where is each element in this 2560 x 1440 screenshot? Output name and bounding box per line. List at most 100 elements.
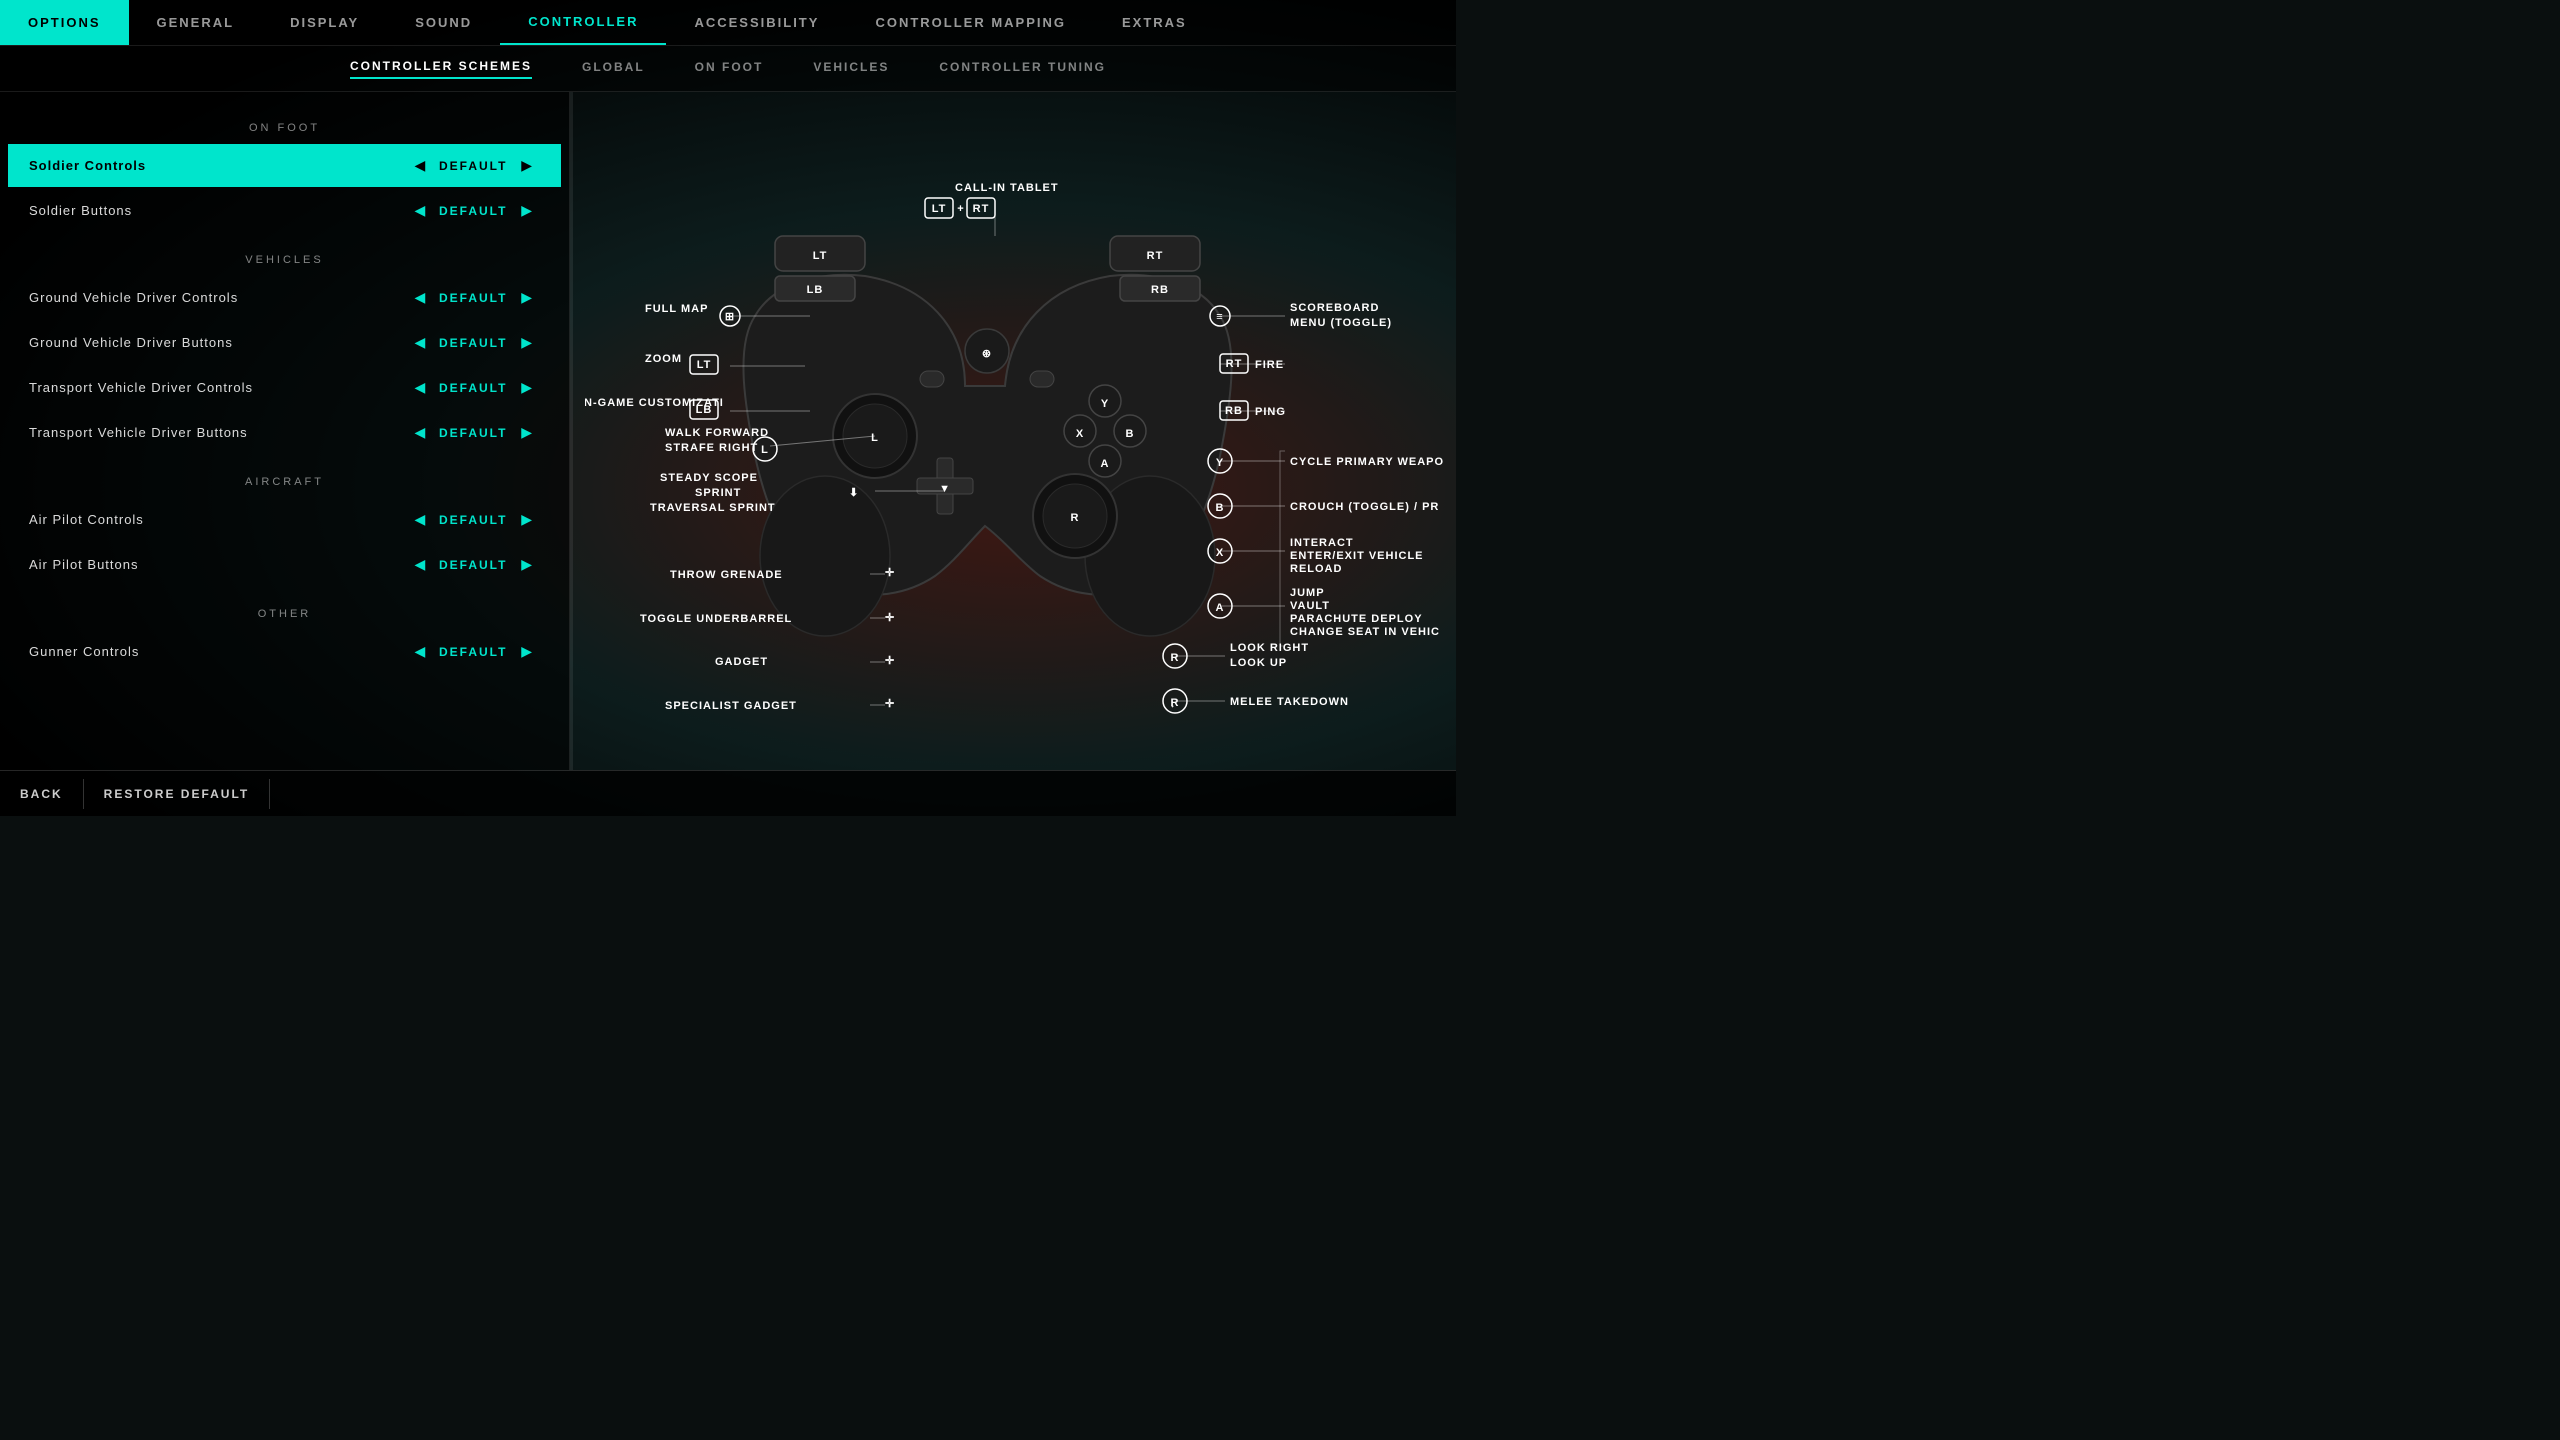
svg-text:A: A — [1215, 602, 1224, 614]
row-soldier-buttons[interactable]: Soldier Buttons ◀ DEFAULT ▶ — [8, 189, 561, 232]
tvd-controls-next[interactable]: ▶ — [513, 379, 540, 396]
sub-nav-on-foot[interactable]: ON FOOT — [695, 60, 764, 78]
air-pilot-controls-prev[interactable]: ◀ — [406, 511, 433, 528]
svg-text:✛: ✛ — [885, 612, 895, 624]
nav-controller[interactable]: CONTROLLER — [500, 0, 666, 45]
svg-text:B: B — [1215, 502, 1224, 514]
air-pilot-buttons-value: DEFAULT — [433, 558, 513, 572]
sub-nav-tuning[interactable]: CONTROLLER TUNING — [939, 60, 1106, 78]
restore-default-button[interactable]: RESTORE DEFAULT — [84, 779, 271, 809]
svg-text:⊞: ⊞ — [724, 311, 734, 323]
svg-text:RB: RB — [1225, 405, 1243, 417]
svg-text:TRAVERSAL SPRINT: TRAVERSAL SPRINT — [650, 502, 776, 514]
tvd-buttons-next[interactable]: ▶ — [513, 424, 540, 441]
gvd-buttons-label: Ground Vehicle Driver Buttons — [29, 335, 406, 350]
svg-text:ZOOM: ZOOM — [645, 353, 682, 365]
svg-text:WALK FORWARD: WALK FORWARD — [665, 427, 769, 439]
soldier-buttons-next[interactable]: ▶ — [513, 202, 540, 219]
sub-nav-global[interactable]: GLOBAL — [582, 60, 645, 78]
row-air-pilot-buttons[interactable]: Air Pilot Buttons ◀ DEFAULT ▶ — [8, 543, 561, 586]
section-aircraft-header: AIRCRAFT — [0, 466, 569, 496]
gvd-controls-value: DEFAULT — [433, 291, 513, 305]
section-on-foot-header: ON FOOT — [0, 112, 569, 142]
svg-text:SPECIALIST GADGET: SPECIALIST GADGET — [665, 700, 797, 712]
svg-text:LT: LT — [812, 250, 827, 262]
row-air-pilot-controls[interactable]: Air Pilot Controls ◀ DEFAULT ▶ — [8, 498, 561, 541]
nav-general[interactable]: GENERAL — [129, 0, 263, 45]
tvd-buttons-prev[interactable]: ◀ — [406, 424, 433, 441]
svg-text:R: R — [1170, 652, 1179, 664]
gvd-buttons-next[interactable]: ▶ — [513, 334, 540, 351]
air-pilot-controls-next[interactable]: ▶ — [513, 511, 540, 528]
top-nav: OPTIONS GENERAL DISPLAY SOUND CONTROLLER… — [0, 0, 1456, 46]
gvd-controls-prev[interactable]: ◀ — [406, 289, 433, 306]
svg-text:RT: RT — [1225, 358, 1242, 370]
row-tvd-controls[interactable]: Transport Vehicle Driver Controls ◀ DEFA… — [8, 366, 561, 409]
svg-text:MENU (TOGGLE): MENU (TOGGLE) — [1290, 317, 1392, 329]
tvd-controls-prev[interactable]: ◀ — [406, 379, 433, 396]
gvd-controls-label: Ground Vehicle Driver Controls — [29, 290, 406, 305]
panel-divider — [570, 92, 573, 770]
svg-text:A: A — [1100, 458, 1109, 470]
row-gunner-controls[interactable]: Gunner Controls ◀ DEFAULT ▶ — [8, 630, 561, 673]
soldier-controls-label: Soldier Controls — [29, 158, 406, 173]
gvd-controls-next[interactable]: ▶ — [513, 289, 540, 306]
gunner-controls-value: DEFAULT — [433, 645, 513, 659]
tvd-controls-label: Transport Vehicle Driver Controls — [29, 380, 406, 395]
svg-text:+: + — [957, 203, 964, 215]
svg-text:JUMP: JUMP — [1290, 587, 1325, 599]
svg-text:↓: ↓ — [1169, 698, 1176, 710]
gunner-controls-next[interactable]: ▶ — [513, 643, 540, 660]
svg-text:RT: RT — [972, 203, 989, 215]
svg-text:INTERACT: INTERACT — [1290, 537, 1354, 549]
nav-controller-mapping[interactable]: CONTROLLER MAPPING — [847, 0, 1094, 45]
svg-text:≡: ≡ — [1216, 311, 1223, 323]
svg-text:⊛: ⊛ — [981, 348, 991, 360]
gvd-buttons-value: DEFAULT — [433, 336, 513, 350]
gunner-controls-prev[interactable]: ◀ — [406, 643, 433, 660]
gvd-buttons-prev[interactable]: ◀ — [406, 334, 433, 351]
svg-text:GADGET: GADGET — [715, 656, 768, 668]
svg-text:▼: ▼ — [939, 483, 951, 495]
soldier-buttons-label: Soldier Buttons — [29, 203, 406, 218]
svg-text:THROW GRENADE: THROW GRENADE — [670, 569, 783, 581]
sub-nav-schemes[interactable]: CONTROLLER SCHEMES — [350, 59, 532, 79]
sub-nav-vehicles[interactable]: VEHICLES — [813, 60, 889, 78]
bottom-bar: BACK RESTORE DEFAULT — [0, 770, 1456, 816]
controller-diagram: LT RT LB RB ⊛ L — [585, 106, 1445, 756]
svg-text:STEADY SCOPE: STEADY SCOPE — [660, 472, 758, 484]
nav-accessibility[interactable]: ACCESSIBILITY — [666, 0, 847, 45]
soldier-controls-prev[interactable]: ◀ — [406, 157, 433, 174]
air-pilot-buttons-next[interactable]: ▶ — [513, 556, 540, 573]
air-pilot-controls-label: Air Pilot Controls — [29, 512, 406, 527]
nav-extras[interactable]: EXTRAS — [1094, 0, 1215, 45]
svg-text:STRAFE RIGHT: STRAFE RIGHT — [665, 442, 758, 454]
row-tvd-buttons[interactable]: Transport Vehicle Driver Buttons ◀ DEFAU… — [8, 411, 561, 454]
row-gvd-buttons[interactable]: Ground Vehicle Driver Buttons ◀ DEFAULT … — [8, 321, 561, 364]
soldier-controls-next[interactable]: ▶ — [513, 157, 540, 174]
svg-text:Y: Y — [1100, 398, 1108, 410]
svg-text:L: L — [761, 444, 769, 456]
svg-text:LT: LT — [931, 203, 946, 215]
row-soldier-controls[interactable]: Soldier Controls ◀ DEFAULT ▶ — [8, 144, 561, 187]
nav-sound[interactable]: SOUND — [387, 0, 500, 45]
svg-text:TOGGLE UNDERBARREL: TOGGLE UNDERBARREL — [640, 613, 792, 625]
tvd-controls-value: DEFAULT — [433, 381, 513, 395]
svg-text:FULL MAP: FULL MAP — [645, 303, 708, 315]
soldier-buttons-prev[interactable]: ◀ — [406, 202, 433, 219]
tvd-buttons-label: Transport Vehicle Driver Buttons — [29, 425, 406, 440]
svg-text:LB: LB — [806, 284, 823, 296]
svg-text:RB: RB — [1151, 284, 1169, 296]
section-vehicles-header: VEHICLES — [0, 244, 569, 274]
row-gvd-controls[interactable]: Ground Vehicle Driver Controls ◀ DEFAULT… — [8, 276, 561, 319]
svg-text:CROUCH (TOGGLE) / PR: CROUCH (TOGGLE) / PR — [1290, 501, 1439, 513]
tvd-buttons-value: DEFAULT — [433, 426, 513, 440]
svg-text:LT: LT — [696, 359, 711, 371]
nav-options[interactable]: OPTIONS — [0, 0, 129, 45]
back-button[interactable]: BACK — [20, 779, 84, 809]
svg-text:X: X — [1075, 428, 1083, 440]
air-pilot-buttons-prev[interactable]: ◀ — [406, 556, 433, 573]
svg-text:✛: ✛ — [885, 655, 895, 667]
nav-display[interactable]: DISPLAY — [262, 0, 387, 45]
svg-text:LB: LB — [695, 404, 712, 416]
